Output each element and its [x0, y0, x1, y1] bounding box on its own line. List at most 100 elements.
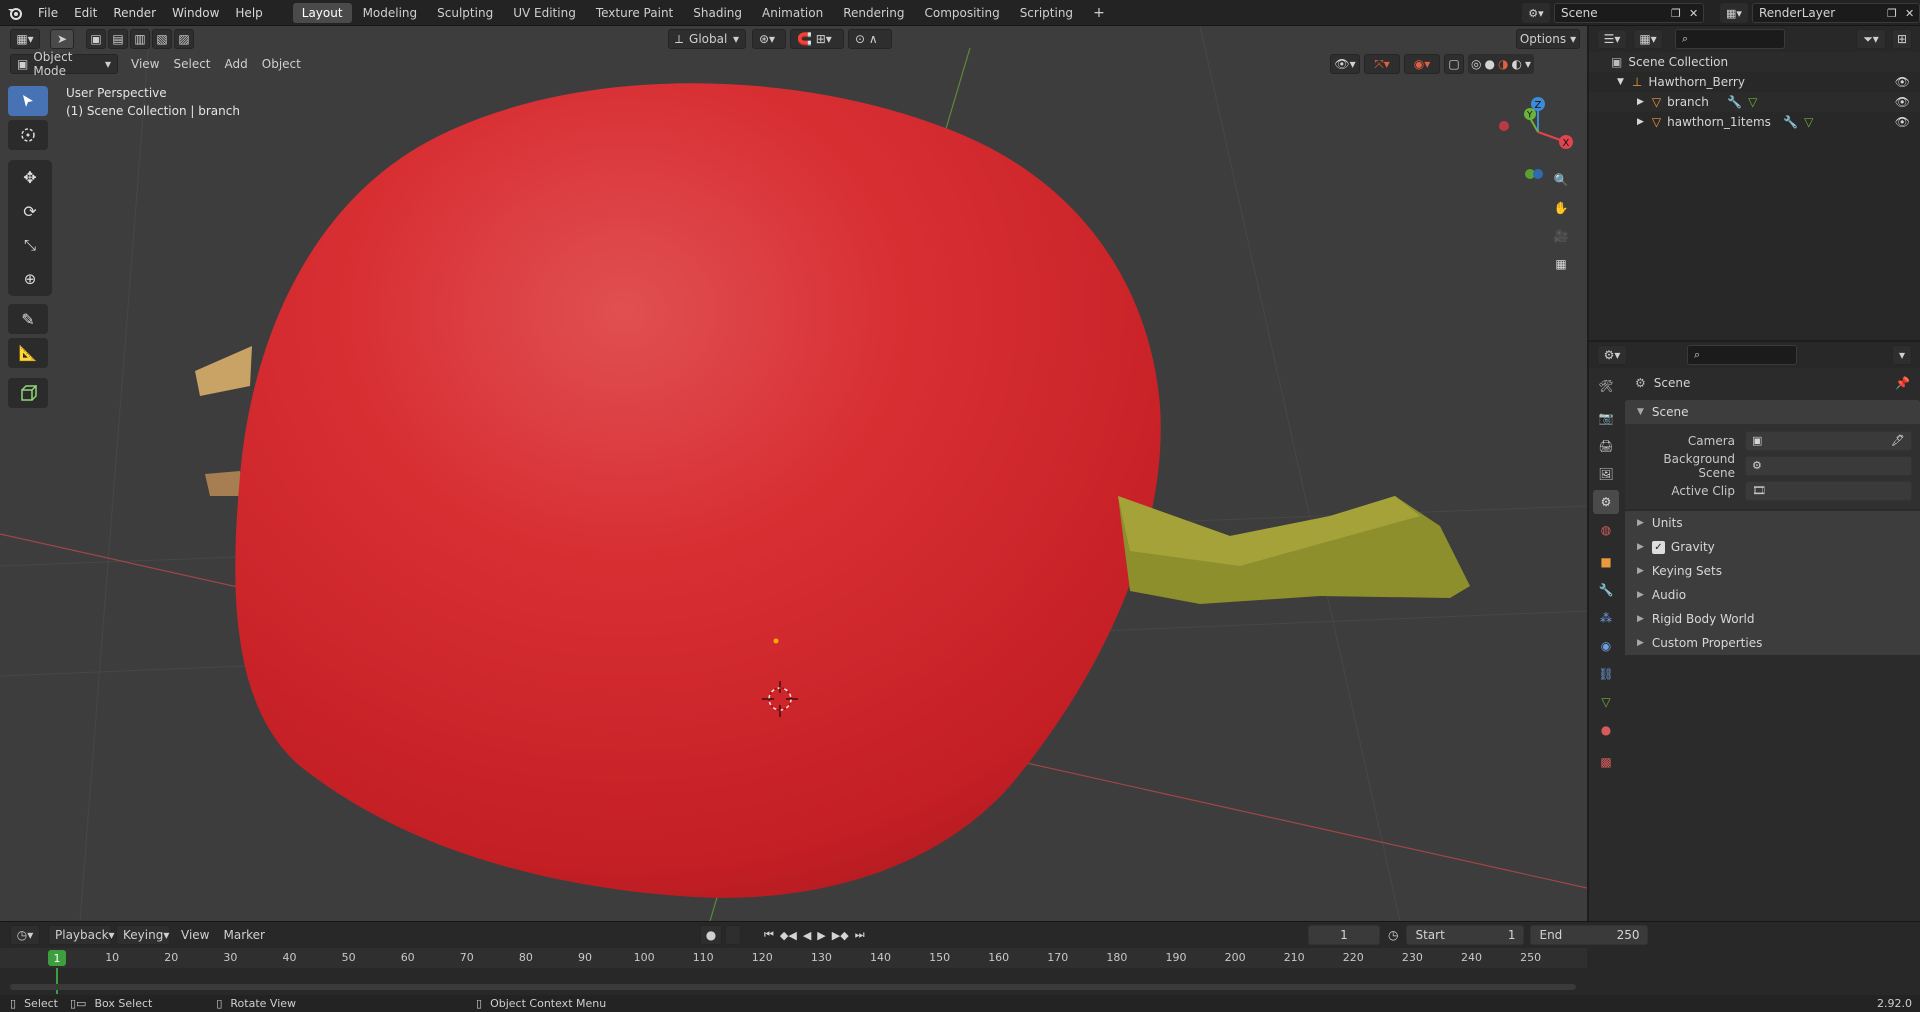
transform-tool-icon[interactable]: ⊕	[10, 264, 50, 294]
data-tab-icon[interactable]: ▽	[1593, 690, 1619, 714]
wireframe-shading-icon[interactable]: ◎	[1471, 57, 1481, 71]
xray-toggle-icon[interactable]: ▢	[1444, 54, 1464, 74]
expand-right-icon[interactable]: ▶	[1637, 117, 1644, 127]
material-tab-icon[interactable]: ●	[1593, 718, 1619, 742]
camera-field[interactable]: ▣ 🖋	[1745, 430, 1912, 451]
visibility-icon[interactable]: 👁▾	[1330, 54, 1360, 74]
gizmo-toggle-icon[interactable]: ⤧▾	[1364, 54, 1400, 74]
tab-modeling[interactable]: Modeling	[354, 3, 427, 23]
next-keyframe-icon[interactable]: ▶◆	[832, 929, 849, 942]
properties-options-icon[interactable]: ▾	[1892, 345, 1912, 365]
end-frame-field[interactable]: End 250	[1530, 925, 1649, 945]
menu-window[interactable]: Window	[164, 6, 227, 20]
tab-shading[interactable]: Shading	[684, 3, 751, 23]
modifier-wrench-icon[interactable]: 🔧	[1783, 115, 1798, 129]
view-layer-field[interactable]: RenderLayer ❐ ✕	[1752, 3, 1920, 23]
world-tab-icon[interactable]: ◍	[1593, 518, 1619, 542]
proportional-edit-icon[interactable]: ⊙ ∧	[848, 29, 892, 49]
timeline-menu-marker[interactable]: Marker	[216, 928, 271, 942]
blender-logo-icon[interactable]	[0, 6, 30, 20]
chevron-down-icon[interactable]: ▾	[1525, 57, 1531, 71]
tab-uv-editing[interactable]: UV Editing	[504, 3, 585, 23]
play-icon[interactable]: ▶	[817, 929, 825, 942]
pan-hand-icon[interactable]: ✋	[1548, 196, 1574, 220]
select-box-tool-icon[interactable]	[8, 86, 48, 116]
add-workspace-icon[interactable]: +	[1084, 2, 1114, 24]
scene-name-field[interactable]: Scene ❐ ✕	[1554, 3, 1704, 23]
preview-range-icon[interactable]: ◷	[1388, 928, 1398, 942]
timeline-scrollbar[interactable]	[10, 984, 1576, 990]
expand-down-icon[interactable]: ▼	[1617, 77, 1624, 87]
mesh-data-icon[interactable]: ▽	[1748, 95, 1895, 109]
properties-search-input[interactable]: ⌕	[1687, 345, 1797, 365]
annotate-tool-icon[interactable]: ✎	[8, 304, 48, 334]
current-frame-indicator[interactable]: 1	[48, 950, 66, 966]
eye-icon[interactable]: 👁	[1895, 95, 1910, 109]
outliner-item-branch[interactable]: ▶ ▽ branch 🔧 ▽ 👁	[1589, 92, 1920, 112]
zoom-icon[interactable]: 🔍	[1548, 168, 1574, 192]
outliner-search-input[interactable]: ⌕	[1675, 29, 1785, 49]
mesh-data-icon[interactable]: ▽	[1804, 115, 1895, 129]
current-frame-field[interactable]: 1	[1308, 925, 1380, 945]
timeline-editor-type-button[interactable]: ◷▾	[10, 925, 40, 945]
select-invert-icon[interactable]: ▧	[152, 29, 172, 49]
3d-viewport[interactable]: ▦▾ ➤ ▣ ▤ ▥ ▧ ▨ ⟂ Global ▾ ⊛▾ 🧲 ⊞▾ ⊙ ∧ Op…	[0, 26, 1587, 921]
object-tab-icon[interactable]: ■	[1593, 550, 1619, 574]
editor-type-button[interactable]: ▦▾	[10, 29, 40, 49]
menu-view[interactable]: View	[124, 57, 166, 71]
tab-animation[interactable]: Animation	[753, 3, 832, 23]
tab-sculpting[interactable]: Sculpting	[428, 3, 502, 23]
rigid-body-world-panel-header[interactable]: ▶ Rigid Body World	[1625, 607, 1920, 631]
viewport-scene[interactable]	[0, 26, 1587, 921]
tab-scripting[interactable]: Scripting	[1011, 3, 1082, 23]
cursor-tool-icon[interactable]	[8, 120, 48, 150]
eyedropper-icon[interactable]: 🖋	[1891, 434, 1905, 447]
output-tab-icon[interactable]: 🖨	[1593, 434, 1619, 458]
outliner-root-row[interactable]: ▣ Scene Collection	[1589, 52, 1920, 72]
menu-file[interactable]: File	[30, 6, 66, 20]
outliner-editor-type-button[interactable]: ☰▾	[1597, 29, 1627, 49]
units-panel-header[interactable]: ▶ Units	[1625, 511, 1920, 535]
transform-orientation-dropdown[interactable]: ⟂ Global ▾	[668, 29, 746, 49]
scale-tool-icon[interactable]: ⤡	[10, 230, 50, 260]
physics-tab-icon[interactable]: ◉	[1593, 634, 1619, 658]
particles-tab-icon[interactable]: ⁂	[1593, 606, 1619, 630]
background-scene-field[interactable]: ⚙	[1745, 455, 1912, 476]
view-layer-tab-icon[interactable]: 🖼	[1593, 462, 1619, 486]
remove-scene-icon[interactable]: ✕	[1689, 7, 1703, 20]
start-frame-field[interactable]: Start 1	[1406, 925, 1525, 945]
record-icon[interactable]: ●	[700, 925, 722, 945]
rotate-tool-icon[interactable]: ⟳	[10, 196, 50, 226]
mode-dropdown[interactable]: ▣ Object Mode ▾	[10, 50, 118, 78]
copy-scene-icon[interactable]: ❐	[1671, 7, 1689, 20]
frame-ruler[interactable]: 10 20 30 40 50 60 70 80 90 100 110 120 130 140 150 160 1…	[0, 948, 1587, 968]
remove-view-layer-icon[interactable]: ✕	[1905, 7, 1919, 20]
eye-icon[interactable]: 👁	[1895, 75, 1910, 89]
measure-tool-icon[interactable]: 📐	[8, 338, 48, 368]
select-subtract-icon[interactable]: ▥	[130, 29, 150, 49]
eye-icon[interactable]: 👁	[1895, 115, 1910, 129]
display-mode-icon[interactable]: ▦▾	[1633, 29, 1663, 49]
menu-render[interactable]: Render	[105, 6, 164, 20]
tab-texture-paint[interactable]: Texture Paint	[587, 3, 682, 23]
audio-panel-header[interactable]: ▶ Audio	[1625, 583, 1920, 607]
select-extend-icon[interactable]: ▤	[108, 29, 128, 49]
playback-dropdown[interactable]: Playback ▾	[48, 925, 115, 945]
move-tool-icon[interactable]: ✥	[10, 162, 50, 192]
filter-icon[interactable]: ⏷▾	[1856, 29, 1886, 49]
snap-icon[interactable]: 🧲 ⊞▾	[790, 29, 844, 49]
solid-shading-icon[interactable]: ●	[1484, 57, 1494, 71]
active-clip-field[interactable]: 🎞	[1745, 480, 1912, 501]
scene-icon[interactable]: ⚙▾	[1522, 3, 1550, 23]
add-cube-tool-icon[interactable]	[8, 378, 48, 408]
gravity-checkbox[interactable]: ✓	[1651, 540, 1665, 554]
menu-object[interactable]: Object	[255, 57, 308, 71]
scene-tab-icon[interactable]: ⚙	[1593, 490, 1619, 514]
play-reverse-icon[interactable]: ◀	[803, 929, 811, 942]
timeline-menu-view[interactable]: View	[174, 928, 216, 942]
copy-view-layer-icon[interactable]: ❐	[1887, 7, 1905, 20]
tool-tab-icon[interactable]: 🛠	[1593, 374, 1619, 398]
overlay-toggle-icon[interactable]: ◉▾	[1404, 54, 1440, 74]
pivot-point-icon[interactable]: ⊛▾	[752, 29, 786, 49]
select-new-icon[interactable]: ▣	[86, 29, 106, 49]
